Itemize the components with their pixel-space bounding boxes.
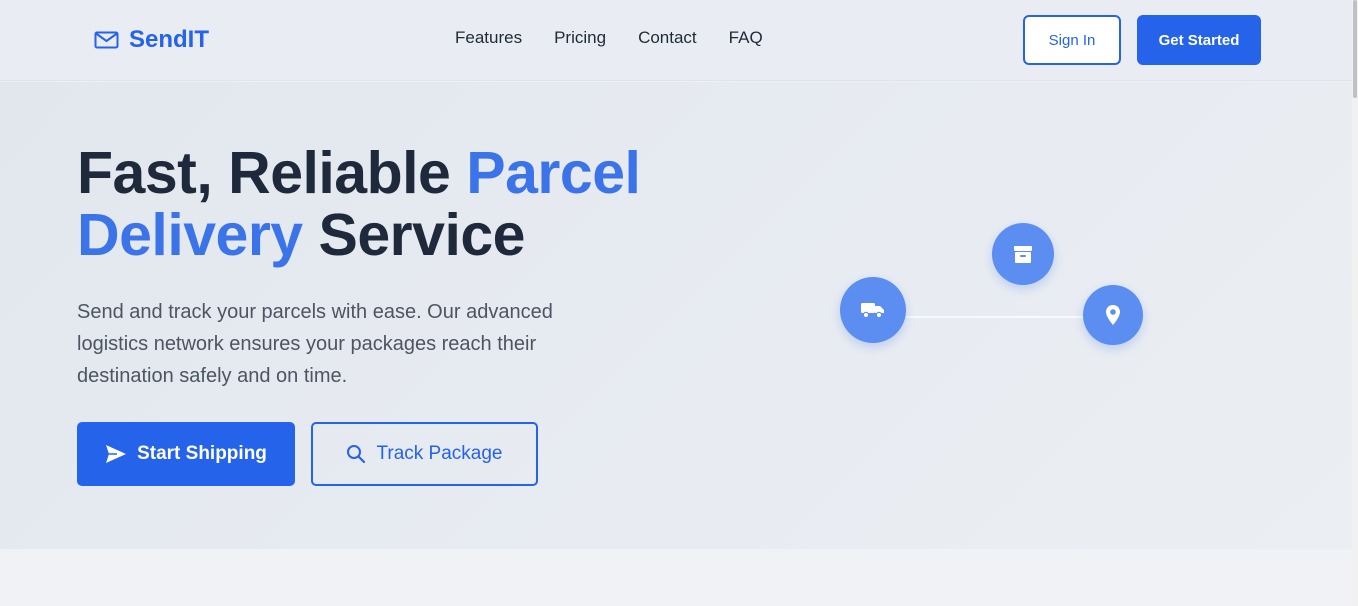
hero-subtitle: Send and track your parcels with ease. O… <box>77 301 553 387</box>
send-icon <box>106 445 127 463</box>
truck-icon <box>861 303 884 319</box>
map-pin-icon <box>1106 305 1120 325</box>
truck-circle <box>840 277 906 343</box>
search-icon <box>347 445 366 464</box>
start-shipping-button[interactable]: Start Shipping <box>77 422 295 486</box>
next-section <box>0 549 1352 606</box>
start-shipping-label: Start Shipping <box>137 443 267 464</box>
get-started-button[interactable]: Get Started <box>1137 15 1261 65</box>
route-line <box>873 316 1113 318</box>
hero-title-part1: Fast, Reliable <box>77 140 467 206</box>
track-package-label: Track Package <box>376 443 503 464</box>
brand-name: SendIT <box>129 26 210 53</box>
nav-features[interactable]: Features <box>455 28 522 48</box>
scrollbar-thumb[interactable] <box>1353 0 1357 98</box>
hero-title: Fast, Reliable Parcel Delivery Service <box>77 142 697 266</box>
hero-title-accent1: Parcel <box>466 140 641 206</box>
hero-title-part2: Service <box>302 202 526 268</box>
site-header: SendIT Features Pricing Contact FAQ Sign… <box>0 0 1352 81</box>
nav-pricing[interactable]: Pricing <box>554 28 606 48</box>
sign-in-button[interactable]: Sign In <box>1023 15 1121 65</box>
brand-logo[interactable]: SendIT <box>94 26 209 54</box>
archive-box-icon <box>1014 246 1032 263</box>
nav-contact[interactable]: Contact <box>638 28 697 48</box>
box-circle <box>992 223 1054 285</box>
main-nav: Features Pricing Contact FAQ <box>455 28 763 48</box>
nav-faq[interactable]: FAQ <box>729 28 763 48</box>
track-package-button[interactable]: Track Package <box>311 422 538 486</box>
envelope-icon <box>94 31 119 49</box>
hero-title-accent2: Delivery <box>77 202 303 268</box>
pin-circle <box>1083 285 1143 345</box>
